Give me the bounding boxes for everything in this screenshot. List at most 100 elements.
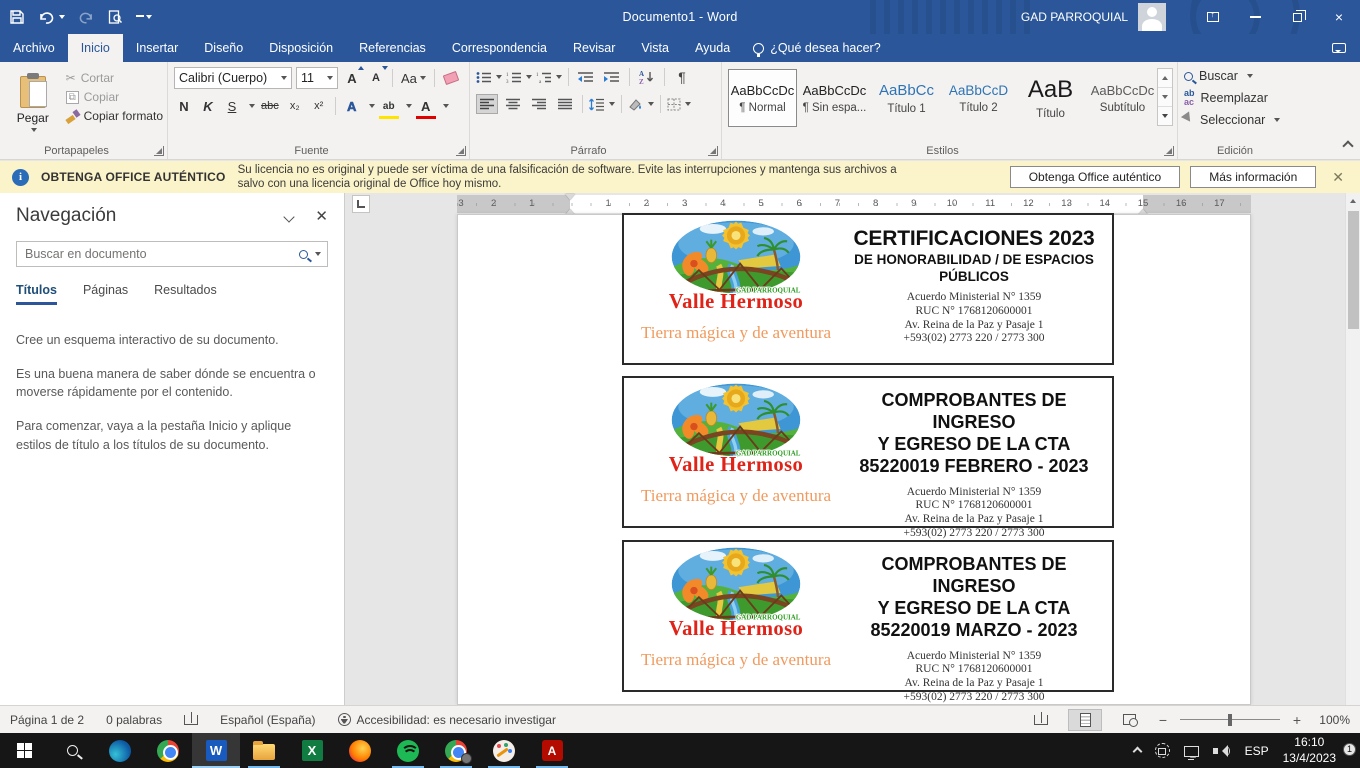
- taskbar-file-explorer[interactable]: [240, 733, 288, 768]
- vertical-scrollbar[interactable]: [1345, 193, 1360, 705]
- styles-gallery-more[interactable]: [1158, 107, 1172, 125]
- clock[interactable]: 16:10 13/4/2023: [1283, 735, 1336, 766]
- paste-button[interactable]: Pegar: [6, 67, 60, 141]
- taskbar-edge[interactable]: [96, 733, 144, 768]
- tab-correspondencia[interactable]: Correspondencia: [439, 34, 560, 62]
- document-page[interactable]: Tierra mágica y de aventura CERTIFICACIO…: [457, 214, 1251, 705]
- search-icon[interactable]: [299, 250, 308, 259]
- italic-button[interactable]: K: [198, 96, 218, 116]
- nav-tab-resultados[interactable]: Resultados: [154, 283, 217, 305]
- zoom-in-button[interactable]: +: [1290, 712, 1304, 728]
- keyboard-language[interactable]: ESP: [1245, 744, 1269, 758]
- tab-disposicion[interactable]: Disposición: [256, 34, 346, 62]
- styles-scroll-up[interactable]: [1158, 69, 1172, 88]
- style-subtitulo[interactable]: AaBbCcDcSubtítulo: [1088, 69, 1157, 127]
- tab-revisar[interactable]: Revisar: [560, 34, 628, 62]
- meet-now-icon[interactable]: [1155, 743, 1170, 758]
- line-spacing-button[interactable]: [589, 94, 615, 114]
- clear-formatting-button[interactable]: [441, 68, 461, 88]
- nav-tab-titulos[interactable]: Títulos: [16, 283, 57, 305]
- taskbar-chrome[interactable]: [144, 733, 192, 768]
- text-effects-button[interactable]: A: [342, 96, 362, 116]
- language-indicator[interactable]: Español (España): [220, 713, 315, 727]
- search-options-dropdown[interactable]: [315, 252, 321, 256]
- nav-tab-paginas[interactable]: Páginas: [83, 283, 128, 305]
- document-search-box[interactable]: [16, 241, 328, 267]
- superscript-button[interactable]: x²: [309, 96, 329, 116]
- taskbar-paint[interactable]: [480, 733, 528, 768]
- sort-button[interactable]: AZ: [636, 67, 658, 87]
- navigation-pane-options-button[interactable]: [285, 209, 293, 224]
- subscript-button[interactable]: x₂: [285, 96, 305, 116]
- tab-archivo[interactable]: Archivo: [0, 34, 68, 62]
- justify-button[interactable]: [554, 94, 576, 114]
- web-layout-button[interactable]: [1112, 709, 1146, 731]
- numbering-button[interactable]: 13: [506, 67, 532, 87]
- decrease-indent-button[interactable]: [575, 67, 597, 87]
- taskbar-search-button[interactable]: [48, 733, 96, 768]
- cut-button[interactable]: ✂Cortar: [66, 71, 163, 85]
- bullets-button[interactable]: [476, 67, 502, 87]
- increase-indent-button[interactable]: [601, 67, 623, 87]
- copy-button[interactable]: ⧉Copiar: [66, 90, 163, 104]
- change-case-button[interactable]: Aa: [399, 68, 428, 88]
- show-hidden-icons-button[interactable]: [1134, 743, 1141, 758]
- font-color-button[interactable]: A: [416, 96, 436, 116]
- grow-font-button[interactable]: A: [342, 68, 362, 88]
- style-titulo-2[interactable]: AaBbCcDTítulo 2: [944, 69, 1013, 127]
- network-icon[interactable]: [1184, 746, 1199, 757]
- align-center-button[interactable]: [502, 94, 524, 114]
- zoom-level[interactable]: 100%: [1314, 713, 1350, 727]
- portapapeles-dialog-launcher[interactable]: [154, 146, 164, 156]
- highlight-dropdown[interactable]: [406, 104, 412, 108]
- tab-referencias[interactable]: Referencias: [346, 34, 439, 62]
- scrollbar-thumb[interactable]: [1348, 211, 1359, 329]
- word-count[interactable]: 0 palabras: [106, 713, 162, 727]
- volume-icon[interactable]: [1213, 744, 1231, 758]
- underline-dropdown[interactable]: [249, 104, 255, 108]
- collapse-ribbon-button[interactable]: [1344, 138, 1352, 153]
- replace-button[interactable]: abacReemplazar: [1184, 89, 1302, 107]
- taskbar-firefox[interactable]: [336, 733, 384, 768]
- borders-button[interactable]: [667, 94, 691, 114]
- page-indicator[interactable]: Página 1 de 2: [10, 713, 84, 727]
- style-sin-espaciado[interactable]: AaBbCcDc¶ Sin espa...: [800, 69, 869, 127]
- zoom-slider-thumb[interactable]: [1228, 714, 1232, 726]
- align-right-button[interactable]: [528, 94, 550, 114]
- get-genuine-office-button[interactable]: Obtenga Office auténtico: [1010, 166, 1181, 188]
- format-painter-button[interactable]: Copiar formato: [66, 109, 163, 123]
- shading-button[interactable]: [628, 94, 654, 114]
- user-avatar[interactable]: [1138, 3, 1166, 31]
- tab-ayuda[interactable]: Ayuda: [682, 34, 743, 62]
- search-input[interactable]: [17, 247, 299, 261]
- zoom-slider[interactable]: [1180, 719, 1280, 721]
- highlight-color-button[interactable]: ab: [379, 96, 399, 116]
- font-color-dropdown[interactable]: [443, 104, 449, 108]
- minimize-button[interactable]: [1234, 0, 1276, 34]
- fuente-dialog-launcher[interactable]: [456, 146, 466, 156]
- zoom-out-button[interactable]: −: [1156, 712, 1170, 728]
- taskbar-spotify[interactable]: [384, 733, 432, 768]
- bold-button[interactable]: N: [174, 96, 194, 116]
- more-info-button[interactable]: Más información: [1190, 166, 1316, 188]
- styles-scroll-down[interactable]: [1158, 88, 1172, 107]
- parrafo-dialog-launcher[interactable]: [708, 146, 718, 156]
- proofing-icon[interactable]: [184, 715, 198, 725]
- accessibility-status[interactable]: Accesibilidad: es necesario investigar: [338, 713, 556, 727]
- font-size-combo[interactable]: 11: [296, 67, 338, 89]
- strikethrough-button[interactable]: abc: [259, 96, 281, 116]
- tab-vista[interactable]: Vista: [628, 34, 682, 62]
- taskbar-acrobat[interactable]: A: [528, 733, 576, 768]
- tab-insertar[interactable]: Insertar: [123, 34, 191, 62]
- ruler[interactable]: 1231234567891011121314151617: [457, 195, 1251, 213]
- tab-diseno[interactable]: Diseño: [191, 34, 256, 62]
- scroll-up-arrow[interactable]: [1346, 193, 1360, 208]
- tab-inicio[interactable]: Inicio: [68, 34, 123, 62]
- select-button[interactable]: Seleccionar: [1184, 113, 1302, 127]
- text-effects-dropdown[interactable]: [369, 104, 375, 108]
- taskbar-chrome-profile[interactable]: [432, 733, 480, 768]
- dismiss-warning-button[interactable]: ✕: [1332, 169, 1344, 186]
- read-mode-button[interactable]: [1024, 709, 1058, 731]
- underline-button[interactable]: S: [222, 96, 242, 116]
- style-titulo[interactable]: AaBTítulo: [1016, 69, 1085, 127]
